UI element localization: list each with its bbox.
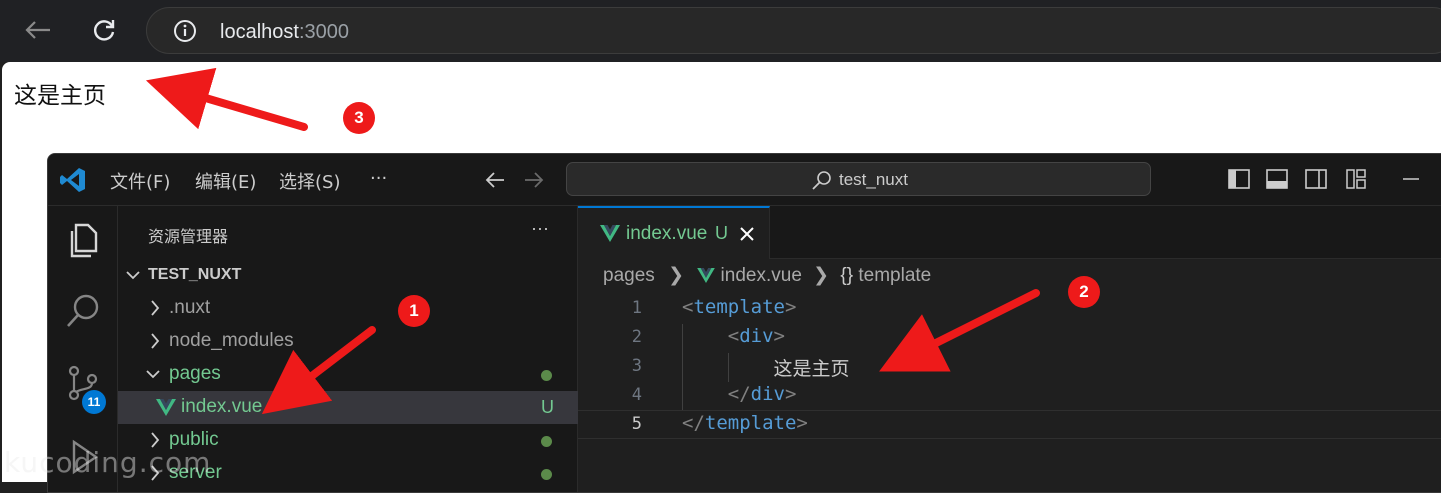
line-number: 1 xyxy=(631,298,642,318)
modified-dot-icon xyxy=(541,436,552,447)
tab-status: U xyxy=(715,223,728,243)
chevron-right-icon xyxy=(151,333,160,349)
minimize-icon[interactable] xyxy=(1400,168,1422,190)
search-icon[interactable] xyxy=(64,292,102,330)
annotation-marker-3: 3 xyxy=(343,102,375,134)
toggle-panel-icon[interactable] xyxy=(1266,168,1288,190)
tree-item-pages[interactable]: pages xyxy=(118,358,578,391)
chevron-down-icon xyxy=(126,271,140,280)
tree-item-label: index.vue xyxy=(181,396,263,417)
code-line[interactable]: 2 <div> xyxy=(578,324,1441,353)
workspace-root[interactable]: TEST_NUXT xyxy=(118,259,578,292)
tree-item-node-modules[interactable]: node_modules xyxy=(118,325,578,358)
reload-button[interactable] xyxy=(84,10,124,50)
info-circle-icon[interactable] xyxy=(173,19,197,43)
url-host: localhost xyxy=(220,21,299,43)
editor-tabs: index.vue U xyxy=(578,206,1441,259)
chevron-right-icon: ❯ xyxy=(813,265,830,286)
nav-forward-icon[interactable] xyxy=(523,170,545,190)
vue-file-icon xyxy=(600,225,620,242)
nav-back-icon[interactable] xyxy=(484,170,506,190)
tree-item-index-vue[interactable]: index.vue U xyxy=(118,391,578,424)
chevron-right-icon xyxy=(151,300,160,316)
code-text: 这是主页 xyxy=(773,358,850,380)
command-center[interactable]: test_nuxt xyxy=(566,162,1151,196)
tab-index-vue[interactable]: index.vue U xyxy=(578,206,770,259)
modified-dot-icon xyxy=(541,370,552,381)
vue-file-icon xyxy=(156,399,176,416)
workspace-root-label: TEST_NUXT xyxy=(148,266,242,283)
breadcrumb: pages ❯ index.vue ❯ {} template xyxy=(603,264,931,287)
address-bar[interactable]: localhost:3000 xyxy=(146,7,1441,54)
annotation-marker-1: 1 xyxy=(398,295,430,327)
untracked-status: U xyxy=(541,397,554,417)
menu-file[interactable]: 文件(F) xyxy=(110,168,170,194)
url-port: :3000 xyxy=(298,21,349,43)
command-center-text: test_nuxt xyxy=(839,170,908,189)
line-number: 4 xyxy=(631,385,642,405)
code-text: <template> xyxy=(682,296,797,318)
breadcrumb-file[interactable]: index.vue xyxy=(721,265,802,286)
tree-item-label: pages xyxy=(169,363,221,384)
menu-more[interactable]: ··· xyxy=(370,168,387,189)
code-line-current[interactable]: 5 </template> xyxy=(578,410,1441,439)
search-icon xyxy=(812,171,831,190)
line-number: 3 xyxy=(631,356,642,376)
breadcrumb-folder[interactable]: pages xyxy=(603,265,655,286)
code-line[interactable]: 1 <template> xyxy=(578,295,1441,324)
explorer-title: 资源管理器 xyxy=(148,227,229,246)
customize-layout-icon[interactable] xyxy=(1345,168,1367,190)
menu-edit[interactable]: 编辑(E) xyxy=(195,168,256,194)
tree-item-label: .nuxt xyxy=(169,297,211,318)
vue-file-icon xyxy=(697,268,716,283)
braces-icon: {} xyxy=(840,265,854,286)
vscode-window: 文件(F) 编辑(E) 选择(S) ··· test_nuxt 11 资源管理器… xyxy=(47,153,1441,493)
code-text: <div> xyxy=(727,325,785,347)
toggle-primary-sidebar-icon[interactable] xyxy=(1228,168,1250,190)
annotation-marker-2: 2 xyxy=(1068,276,1100,308)
line-number: 5 xyxy=(631,414,642,434)
tab-label: index.vue xyxy=(626,223,708,244)
chevron-right-icon: ❯ xyxy=(668,265,684,286)
breadcrumb-symbol[interactable]: template xyxy=(858,265,931,286)
code-text: </div> xyxy=(727,383,797,405)
code-text: </template> xyxy=(682,412,808,434)
back-button[interactable] xyxy=(18,10,58,50)
arrow-left-icon xyxy=(25,21,50,39)
line-number: 2 xyxy=(631,327,642,347)
menu-selection[interactable]: 选择(S) xyxy=(279,168,340,194)
reload-icon xyxy=(93,20,115,41)
source-control-badge: 11 xyxy=(82,390,106,414)
vscode-logo-icon xyxy=(60,168,85,192)
page-content-text: 这是主页 xyxy=(14,83,106,109)
vscode-titlebar: 文件(F) 编辑(E) 选择(S) ··· test_nuxt xyxy=(48,154,1441,206)
watermark: kucoding.com xyxy=(4,446,212,479)
url-text: localhost:3000 xyxy=(220,21,349,44)
tree-item-label: node_modules xyxy=(169,330,294,351)
editor-area: index.vue U pages ❯ index.vue ❯ {} templ… xyxy=(578,206,1441,492)
tree-item-nuxt[interactable]: .nuxt xyxy=(118,292,578,325)
browser-toolbar: localhost:3000 xyxy=(0,0,1441,62)
code-line[interactable]: 3 这是主页 xyxy=(578,353,1441,382)
code-line[interactable]: 4 </div> xyxy=(578,382,1441,411)
explorer-icon[interactable] xyxy=(64,221,102,259)
chevron-down-icon xyxy=(146,370,160,379)
modified-dot-icon xyxy=(541,469,552,480)
toggle-secondary-sidebar-icon[interactable] xyxy=(1305,168,1327,190)
explorer-more-button[interactable]: ··· xyxy=(531,218,549,239)
close-icon[interactable] xyxy=(739,226,755,242)
